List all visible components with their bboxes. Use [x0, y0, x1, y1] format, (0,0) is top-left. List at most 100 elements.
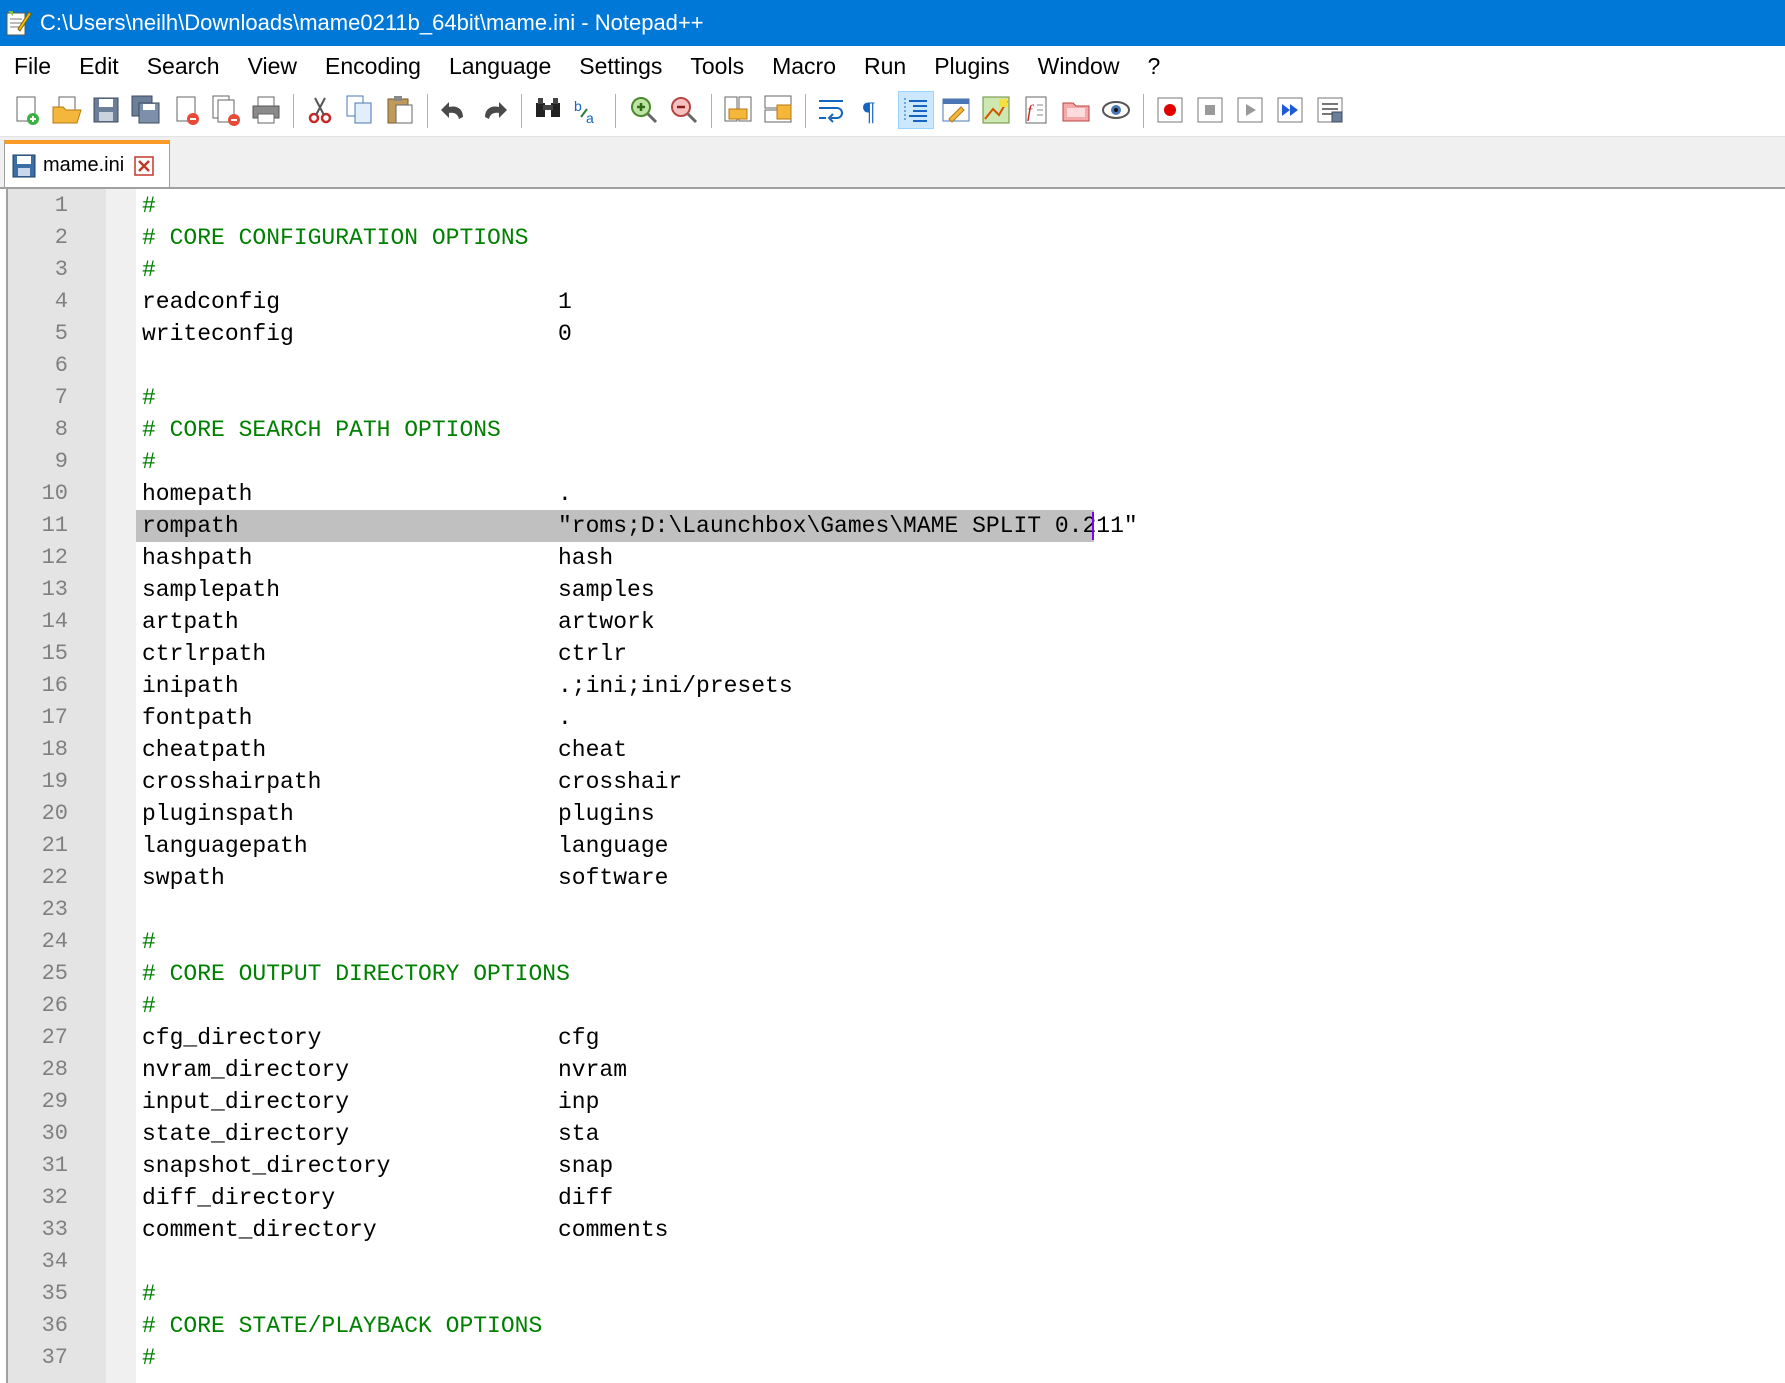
- line-text-area[interactable]: state_directory sta: [136, 1118, 1785, 1150]
- line-text-area[interactable]: snapshot_directory snap: [136, 1150, 1785, 1182]
- editor-line[interactable]: 15 ctrlrpath ctrlr: [8, 638, 1785, 670]
- menu-tools[interactable]: Tools: [676, 46, 758, 86]
- editor-line[interactable]: 26 #: [8, 990, 1785, 1022]
- user-defined-language-button[interactable]: [938, 91, 974, 129]
- editor-line[interactable]: 29 input_directory inp: [8, 1086, 1785, 1118]
- editor-line[interactable]: 3 #: [8, 254, 1785, 286]
- menu-window[interactable]: Window: [1024, 46, 1134, 86]
- close-icon[interactable]: [134, 155, 154, 176]
- stop-recording-button[interactable]: [1192, 91, 1228, 129]
- editor-line[interactable]: 24 #: [8, 926, 1785, 958]
- line-text-area[interactable]: cheatpath cheat: [136, 734, 1785, 766]
- line-text-area[interactable]: pluginspath plugins: [136, 798, 1785, 830]
- editor-line[interactable]: 20 pluginspath plugins: [8, 798, 1785, 830]
- close-all-button[interactable]: [208, 91, 244, 129]
- cut-button[interactable]: [302, 91, 338, 129]
- menu-search[interactable]: Search: [133, 46, 234, 86]
- menu-language[interactable]: Language: [435, 46, 565, 86]
- line-text-area[interactable]: #: [136, 382, 1785, 414]
- editor-line[interactable]: 12 hashpath hash: [8, 542, 1785, 574]
- editor-line[interactable]: 2 # CORE CONFIGURATION OPTIONS: [8, 222, 1785, 254]
- menu-edit[interactable]: Edit: [65, 46, 133, 86]
- editor-line[interactable]: 28 nvram_directory nvram: [8, 1054, 1785, 1086]
- copy-button[interactable]: [342, 91, 378, 129]
- line-text-area[interactable]: # CORE CONFIGURATION OPTIONS: [136, 222, 1785, 254]
- line-text-area[interactable]: rompath "roms;D:\Launchbox\Games\MAME SPL…: [136, 510, 1138, 542]
- menu-view[interactable]: View: [234, 46, 311, 86]
- save-all-button[interactable]: [128, 91, 164, 129]
- editor-line[interactable]: 21 languagepath language: [8, 830, 1785, 862]
- zoom-in-button[interactable]: [626, 91, 662, 129]
- editor-line[interactable]: 10 homepath.: [8, 478, 1785, 510]
- editor-line[interactable]: 25 # CORE OUTPUT DIRECTORY OPTIONS: [8, 958, 1785, 990]
- editor-line[interactable]: 6: [8, 350, 1785, 382]
- print-button[interactable]: [248, 91, 284, 129]
- line-text-area[interactable]: comment_directory comments: [136, 1214, 1785, 1246]
- line-text-area[interactable]: #: [136, 1278, 1785, 1310]
- editor-line[interactable]: 37 #: [8, 1342, 1785, 1374]
- menu-encoding[interactable]: Encoding: [311, 46, 435, 86]
- monitoring-button[interactable]: [1098, 91, 1134, 129]
- line-text-area[interactable]: #: [136, 1342, 1785, 1374]
- line-text-area[interactable]: diff_directory diff: [136, 1182, 1785, 1214]
- line-text-area[interactable]: swpath software: [136, 862, 1785, 894]
- editor-line[interactable]: 9 #: [8, 446, 1785, 478]
- editor-line[interactable]: 23: [8, 894, 1785, 926]
- line-text-area[interactable]: #: [136, 254, 1785, 286]
- editor-line[interactable]: 35 #: [8, 1278, 1785, 1310]
- word-wrap-button[interactable]: [814, 91, 850, 129]
- editor-line[interactable]: 36 # CORE STATE/PLAYBACK OPTIONS: [8, 1310, 1785, 1342]
- menu-settings[interactable]: Settings: [565, 46, 676, 86]
- function-list-button[interactable]: f: [1018, 91, 1054, 129]
- line-text-area[interactable]: #: [136, 990, 1785, 1022]
- line-text-area[interactable]: [136, 350, 1785, 382]
- line-text-area[interactable]: # CORE STATE/PLAYBACK OPTIONS: [136, 1310, 1785, 1342]
- line-text-area[interactable]: samplepath samples: [136, 574, 1785, 606]
- editor-line[interactable]: 8 # CORE SEARCH PATH OPTIONS: [8, 414, 1785, 446]
- sync-horizontal-button[interactable]: [760, 91, 796, 129]
- editor-line[interactable]: 17 fontpath.: [8, 702, 1785, 734]
- line-text-area[interactable]: #: [136, 190, 1785, 222]
- editor-line[interactable]: 27 cfg_directory cfg: [8, 1022, 1785, 1054]
- run-macro-multiple-button[interactable]: [1272, 91, 1308, 129]
- line-text-area[interactable]: [136, 894, 1785, 926]
- record-macro-button[interactable]: [1152, 91, 1188, 129]
- editor-line[interactable]: 34: [8, 1246, 1785, 1278]
- redo-button[interactable]: [476, 91, 512, 129]
- line-text-area[interactable]: ctrlrpath ctrlr: [136, 638, 1785, 670]
- show-all-characters-button[interactable]: ¶: [854, 91, 890, 129]
- undo-button[interactable]: [436, 91, 472, 129]
- editor-line[interactable]: 16 inipath .;ini;ini/presets: [8, 670, 1785, 702]
- editor-line[interactable]: 31 snapshot_directory snap: [8, 1150, 1785, 1182]
- document-map-button[interactable]: [978, 91, 1014, 129]
- editor-line[interactable]: 1 #: [8, 190, 1785, 222]
- tab-mame-ini[interactable]: mame.ini: [4, 140, 170, 187]
- folder-as-workspace-button[interactable]: [1058, 91, 1094, 129]
- menu-help[interactable]: ?: [1133, 46, 1174, 86]
- open-file-button[interactable]: [48, 91, 84, 129]
- line-text-area[interactable]: cfg_directory cfg: [136, 1022, 1785, 1054]
- line-text-area[interactable]: languagepath language: [136, 830, 1785, 862]
- editor-line[interactable]: 33 comment_directory comments: [8, 1214, 1785, 1246]
- line-text-area[interactable]: #: [136, 446, 1785, 478]
- line-text-area[interactable]: inipath .;ini;ini/presets: [136, 670, 1785, 702]
- editor-line[interactable]: 22 swpath software: [8, 862, 1785, 894]
- play-macro-button[interactable]: [1232, 91, 1268, 129]
- save-button[interactable]: [88, 91, 124, 129]
- editor-line[interactable]: 30 state_directory sta: [8, 1118, 1785, 1150]
- close-button[interactable]: [168, 91, 204, 129]
- menu-plugins[interactable]: Plugins: [920, 46, 1023, 86]
- editor-line[interactable]: 14 artpath artwork: [8, 606, 1785, 638]
- new-file-button[interactable]: [8, 91, 44, 129]
- line-text-area[interactable]: # CORE OUTPUT DIRECTORY OPTIONS: [136, 958, 1785, 990]
- editor-line[interactable]: 4 readconfig 1: [8, 286, 1785, 318]
- menu-macro[interactable]: Macro: [758, 46, 850, 86]
- line-text-area[interactable]: homepath.: [136, 478, 1785, 510]
- line-text-area[interactable]: crosshairpath crosshair: [136, 766, 1785, 798]
- menu-file[interactable]: File: [0, 46, 65, 86]
- zoom-out-button[interactable]: [666, 91, 702, 129]
- editor-line[interactable]: 18 cheatpath cheat: [8, 734, 1785, 766]
- find-button[interactable]: [530, 91, 566, 129]
- line-text-area[interactable]: # CORE SEARCH PATH OPTIONS: [136, 414, 1785, 446]
- replace-button[interactable]: ba: [570, 91, 606, 129]
